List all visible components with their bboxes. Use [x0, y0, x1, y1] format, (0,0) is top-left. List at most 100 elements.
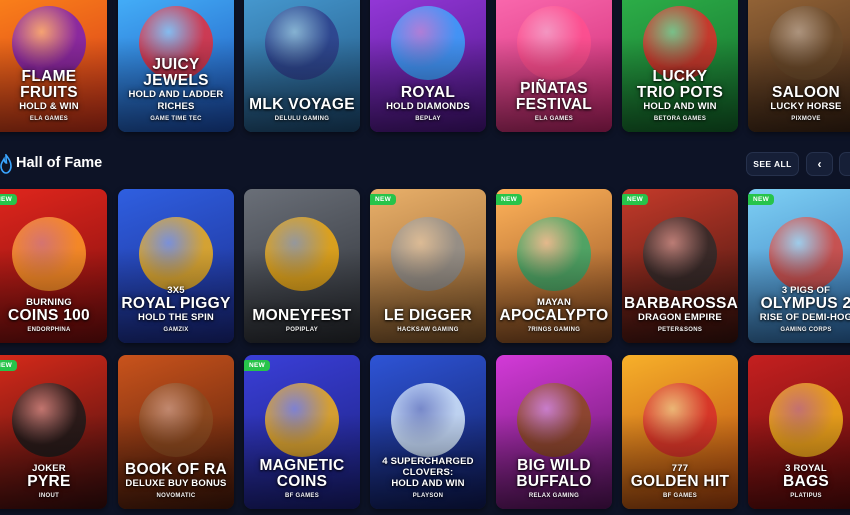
game-title-block: BARBAROSSA DRAGON EMPIRE PETER&SONS: [624, 295, 738, 335]
game-title: SALOON: [771, 84, 841, 101]
game-title: MLK VOYAGE: [249, 96, 355, 113]
game-tile[interactable]: LUCKY TRIO POTS HOLD AND WIN BETORA GAMES: [622, 0, 738, 132]
game-title-block: BOOK OF RA DELUXE BUY BONUS NOVOMATIC: [120, 462, 232, 501]
game-title: BIG WILD BUFFALO: [516, 457, 592, 490]
game-title-block: BIG WILD BUFFALO RELAX GAMING: [498, 458, 610, 501]
game-tile[interactable]: PIÑATAS FESTIVAL ELA GAMES: [496, 0, 612, 132]
game-subtitle: HOLD THE SPIN: [138, 312, 214, 323]
new-badge: NEW: [0, 360, 18, 371]
hall-of-fame-row-1: NEWBURNINGCOINS 100ENDORPHINA3X5ROYAL PI…: [0, 189, 850, 349]
game-provider: PETER&SONS: [657, 327, 703, 333]
new-badge: NEW: [244, 360, 271, 371]
game-subtitle: HOLD DIAMONDS: [386, 101, 470, 112]
game-provider: ELA GAMES: [534, 116, 574, 122]
game-provider: GAMING CORPS: [780, 327, 832, 333]
game-provider: POPIPLAY: [285, 327, 319, 333]
game-title: COINS 100: [8, 307, 90, 324]
game-title: LE DIGGER: [384, 307, 472, 324]
game-tile[interactable]: ROYAL HOLD DIAMONDS BEPLAY: [370, 0, 486, 132]
game-title: BARBAROSSA: [624, 295, 738, 312]
game-title: BOOK OF RA: [124, 461, 228, 478]
game-title-block: 3X5 ROYAL PIGGY HOLD THE SPIN GAMZIX: [120, 285, 232, 335]
game-title: MONEYFEST: [252, 307, 352, 324]
game-subtitle: HOLD AND LADDER RICHES: [128, 89, 224, 112]
game-tile[interactable]: MONEYFEST POPIPLAY: [244, 189, 360, 343]
game-title-block: LE DIGGER HACKSAW GAMING: [372, 308, 484, 335]
game-title: PIÑATAS FESTIVAL: [515, 80, 593, 113]
game-title: OLYMPUS 2: [760, 295, 850, 312]
game-tile[interactable]: 3 ROYAL BAGS PLATIPUS: [748, 355, 850, 509]
game-title-block: PIÑATAS FESTIVAL ELA GAMES: [498, 81, 610, 124]
previous-arrow-button[interactable]: ‹: [806, 152, 833, 176]
game-subtitle: HOLD AND WIN: [391, 478, 465, 489]
top-game-row: FLAME FRUITS HOLD & WIN ELA GAMES JUICY JEW…: [0, 0, 850, 138]
game-tile[interactable]: FLAME FRUITS HOLD & WIN ELA GAMES: [0, 0, 107, 132]
game-title: MAGNETIC COINS: [259, 457, 345, 490]
game-title-block: MONEYFEST POPIPLAY: [246, 308, 358, 335]
new-badge: NEW: [496, 194, 523, 205]
game-provider: DELULU GAMING: [274, 116, 330, 122]
game-tile[interactable]: NEW BARBAROSSA DRAGON EMPIRE PETER&SONS: [622, 189, 738, 343]
game-title-block: JOKER PYRE INOUT: [0, 463, 105, 501]
game-tile[interactable]: NEW MAGNETIC COINS BF GAMES: [244, 355, 360, 509]
game-tile[interactable]: 3X5 ROYAL PIGGY HOLD THE SPIN GAMZIX: [118, 189, 234, 343]
game-title-block: LUCKY TRIO POTS HOLD AND WIN BETORA GAMES: [624, 69, 736, 124]
game-subtitle: LUCKY HORSE: [770, 101, 842, 112]
game-title-block: FLAME FRUITS HOLD & WIN ELA GAMES: [0, 69, 105, 124]
game-title: JUICY JEWELS: [143, 56, 209, 89]
game-title-prefix: 4 SUPERCHARGED CLOVERS:: [382, 456, 474, 478]
game-tile[interactable]: NEW 3 PIGS OF OLYMPUS 2 RISE OF DEMI-HOG GAM…: [748, 189, 850, 343]
game-title: LUCKY TRIO POTS: [636, 68, 724, 101]
game-provider: 7RINGS GAMING: [527, 327, 581, 333]
game-tile[interactable]: 4 SUPERCHARGED CLOVERS: HOLD AND WIN PLAYS…: [370, 355, 486, 509]
game-tile[interactable]: 777 GOLDEN HIT BF GAMES: [622, 355, 738, 509]
game-title: APOCALYPTO: [499, 307, 609, 324]
hall-of-fame-header: Hall of Fame SEE ALL ‹ ›: [0, 145, 850, 183]
hall-of-fame-row-2: NEW JOKERPYREINOUT BOOK OF RADELUXE BUY BO…: [0, 355, 850, 515]
new-badge: NEW: [622, 194, 649, 205]
chevron-left-icon: ‹: [817, 157, 822, 171]
game-title: ROYAL: [400, 84, 456, 101]
game-title-block: 3 ROYAL BAGS PLATIPUS: [750, 463, 850, 501]
new-badge: NEW: [748, 194, 775, 205]
game-provider: ENDORPHINA: [27, 327, 71, 333]
game-title-block: BURNING COINS 100 ENDORPHINA: [0, 297, 105, 335]
game-subtitle: DELUXE BUY BONUS: [125, 478, 227, 489]
game-provider: PIXMOVE: [791, 116, 821, 122]
game-tile[interactable]: JUICY JEWELS HOLD AND LADDER RICHES GAME T…: [118, 0, 234, 132]
next-arrow-button[interactable]: ›: [839, 152, 850, 176]
game-title-block: MAYAN APOCALYPTO 7RINGS GAMING: [498, 297, 610, 335]
game-tile[interactable]: BIG WILD BUFFALO RELAX GAMING: [496, 355, 612, 509]
game-subtitle: HOLD & WIN: [19, 101, 79, 112]
game-provider: HACKSAW GAMING: [397, 327, 459, 333]
game-title: PYRE: [27, 473, 71, 490]
game-tile[interactable]: NEW JOKERPYREINOUT: [0, 355, 107, 509]
game-title: BAGS: [783, 473, 829, 490]
see-all-button[interactable]: SEE ALL: [746, 152, 799, 176]
game-title-block: SALOON LUCKY HORSE PIXMOVE: [750, 85, 850, 124]
game-provider: BETORA GAMES: [653, 116, 707, 122]
game-title-block: 777 GOLDEN HIT BF GAMES: [624, 463, 736, 501]
game-tile[interactable]: MLK VOYAGE DELULU GAMING: [244, 0, 360, 132]
game-title-block: ROYAL HOLD DIAMONDS BEPLAY: [372, 85, 484, 124]
game-title-block: MAGNETIC COINS BF GAMES: [246, 458, 358, 501]
game-title-block: MLK VOYAGE DELULU GAMING: [246, 97, 358, 124]
game-tile[interactable]: NEW LE DIGGER HACKSAW GAMING: [370, 189, 486, 343]
game-tile[interactable]: BOOK OF RA DELUXE BUY BONUS NOVOMATIC: [118, 355, 234, 509]
game-title: GOLDEN HIT: [630, 473, 730, 490]
game-tile[interactable]: SALOON LUCKY HORSE PIXMOVE: [748, 0, 850, 132]
game-tile[interactable]: NEW MAYAN APOCALYPTO 7RINGS GAMING: [496, 189, 612, 343]
game-subtitle: DRAGON EMPIRE: [638, 312, 722, 323]
game-title-block: JUICY JEWELS HOLD AND LADDER RICHES GAME T…: [120, 57, 232, 124]
game-title-block: 4 SUPERCHARGED CLOVERS: HOLD AND WIN PLAYS…: [372, 456, 484, 501]
game-title: FLAME FRUITS: [20, 68, 78, 101]
game-provider: GAME TIME TEC: [150, 116, 202, 122]
game-subtitle: RISE OF DEMI-HOG: [759, 312, 850, 323]
game-subtitle: HOLD AND WIN: [643, 101, 717, 112]
flame-icon: [0, 154, 12, 174]
game-provider: BEPLAY: [415, 116, 441, 122]
game-title: ROYAL PIGGY: [121, 295, 231, 312]
game-tile[interactable]: NEWBURNINGCOINS 100ENDORPHINA: [0, 189, 107, 343]
game-title-block: 3 PIGS OF OLYMPUS 2 RISE OF DEMI-HOG GAMING…: [750, 285, 850, 335]
new-badge: NEW: [0, 194, 18, 205]
